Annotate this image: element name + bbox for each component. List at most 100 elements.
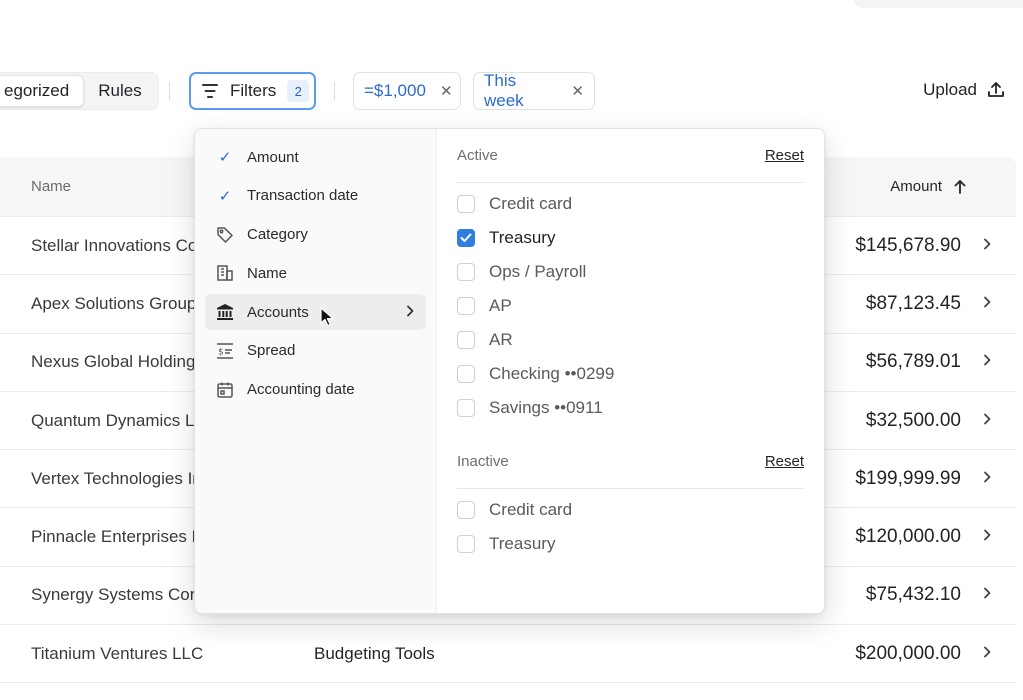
row-name: Nexus Global Holdings: [31, 352, 204, 372]
accounts-options-panel: Active Reset Credit card Treasury Ops / Pa…: [437, 129, 824, 613]
account-option-label: Credit card: [489, 194, 573, 213]
row-amount: $32,500.00: [865, 409, 961, 431]
account-option-label: Treasury: [489, 228, 556, 247]
upload-icon: [988, 82, 1004, 97]
account-option-label: AR: [489, 330, 513, 349]
divider: [334, 82, 335, 100]
checkbox[interactable]: [457, 535, 475, 553]
chevron-right-icon[interactable]: [983, 528, 991, 546]
close-icon[interactable]: ✕: [571, 82, 584, 100]
filters-count-badge: 2: [287, 80, 310, 102]
calendar-icon: [215, 380, 235, 400]
row-amount: $87,123.45: [865, 292, 961, 314]
check-icon: ✓: [218, 149, 232, 166]
building-icon: [215, 263, 235, 283]
menu-item-label: Spread: [247, 342, 296, 360]
row-name: Stellar Innovations Cor: [31, 235, 203, 255]
account-option-label: Checking ••0299: [489, 364, 615, 383]
account-option-label: Credit card: [489, 500, 573, 519]
menu-item-accounts[interactable]: Accounts: [205, 294, 426, 331]
filters-button[interactable]: Filters 2: [189, 72, 316, 110]
account-option[interactable]: Treasury: [457, 527, 804, 561]
account-option[interactable]: AP: [457, 289, 804, 323]
menu-item-spread[interactable]: $ Spread: [205, 333, 426, 369]
checkbox[interactable]: [457, 195, 475, 213]
account-option[interactable]: Treasury: [457, 221, 804, 255]
row-name: Quantum Dynamics LL: [31, 410, 204, 430]
date-filter-chip[interactable]: This week ✕: [473, 71, 595, 110]
filter-field-menu: ✓ Amount ✓ Transaction date Category Nam…: [195, 129, 437, 613]
chevron-right-icon[interactable]: [983, 470, 991, 488]
menu-item-label: Transaction date: [247, 187, 359, 205]
menu-item-category[interactable]: Category: [205, 217, 426, 253]
row-name: Titanium Ventures LLC: [31, 643, 204, 663]
top-bar-stub: [853, 0, 1023, 8]
row-amount: $75,432.10: [865, 584, 961, 606]
bank-icon: [215, 302, 235, 322]
tab-categorized[interactable]: egorized: [0, 75, 85, 107]
filters-label: Filters: [230, 81, 277, 100]
checkbox[interactable]: [457, 399, 475, 417]
column-header-amount[interactable]: Amount: [890, 178, 966, 195]
chevron-right-icon[interactable]: [983, 295, 991, 313]
reset-active-link[interactable]: Reset: [765, 147, 804, 164]
column-header-name[interactable]: Name: [31, 178, 71, 195]
amount-header-label: Amount: [890, 178, 942, 195]
upload-label: Upload: [923, 80, 977, 99]
checkbox[interactable]: [457, 263, 475, 281]
account-option-label: Savings ••0911: [489, 398, 603, 417]
checkbox[interactable]: [457, 229, 475, 247]
account-option-label: AP: [489, 296, 512, 315]
chevron-right-icon: [406, 304, 414, 321]
account-option-label: Ops / Payroll: [489, 262, 587, 281]
active-section-header: Active Reset: [457, 129, 804, 183]
row-name: Vertex Technologies In: [31, 468, 202, 488]
inactive-section-header: Inactive Reset: [457, 435, 804, 489]
checkbox[interactable]: [457, 331, 475, 349]
menu-item-accounting-date[interactable]: Accounting date: [205, 372, 426, 408]
close-icon[interactable]: ✕: [440, 82, 453, 100]
spread-icon: $: [215, 341, 235, 361]
upload-button[interactable]: Upload: [923, 80, 1005, 100]
menu-item-label: Accounting date: [247, 381, 355, 399]
account-option[interactable]: Ops / Payroll: [457, 255, 804, 289]
filters-dropdown: ✓ Amount ✓ Transaction date Category Nam…: [194, 128, 825, 614]
date-chip-label: This week: [484, 71, 524, 110]
account-option-label: Treasury: [489, 534, 556, 553]
inactive-section-label: Inactive: [457, 453, 509, 470]
account-option[interactable]: Credit card: [457, 493, 804, 527]
check-icon: ✓: [218, 187, 232, 205]
reset-inactive-link[interactable]: Reset: [765, 453, 804, 470]
account-option[interactable]: AR: [457, 323, 804, 357]
chevron-right-icon[interactable]: [983, 586, 991, 604]
mouse-cursor-icon: [320, 307, 334, 332]
chevron-right-icon[interactable]: [983, 645, 991, 663]
amount-filter-chip[interactable]: =$1,000 ✕: [353, 72, 461, 110]
row-amount: $145,678.90: [855, 234, 961, 256]
row-name: Apex Solutions Group: [31, 293, 197, 313]
row-amount: $56,789.01: [865, 351, 961, 373]
chevron-right-icon[interactable]: [983, 353, 991, 371]
row-name: Synergy Systems Corp: [31, 585, 205, 605]
account-option[interactable]: Credit card: [457, 187, 804, 221]
table-row[interactable]: Titanium Ventures LLC Budgeting Tools $200…: [0, 625, 1016, 684]
menu-item-amount[interactable]: ✓ Amount: [205, 139, 426, 175]
row-name: Pinnacle Enterprises Lt: [31, 527, 206, 547]
checkbox[interactable]: [457, 365, 475, 383]
account-option[interactable]: Checking ••0299: [457, 357, 804, 391]
menu-item-label: Category: [247, 226, 308, 244]
tab-rules[interactable]: Rules: [84, 75, 155, 107]
menu-item-transaction-date[interactable]: ✓ Transaction date: [205, 178, 426, 214]
account-option[interactable]: Savings ••0911: [457, 391, 804, 425]
row-category: Budgeting Tools: [314, 643, 435, 663]
active-section-label: Active: [457, 147, 498, 164]
row-amount: $199,999.99: [855, 467, 961, 489]
chevron-right-icon[interactable]: [983, 412, 991, 430]
checkbox[interactable]: [457, 501, 475, 519]
chevron-right-icon[interactable]: [983, 237, 991, 255]
menu-item-name[interactable]: Name: [205, 255, 426, 291]
amount-chip-label: =$1,000: [364, 81, 426, 100]
checkbox[interactable]: [457, 297, 475, 315]
sort-arrow-up-icon[interactable]: [954, 179, 966, 194]
divider: [169, 82, 170, 100]
